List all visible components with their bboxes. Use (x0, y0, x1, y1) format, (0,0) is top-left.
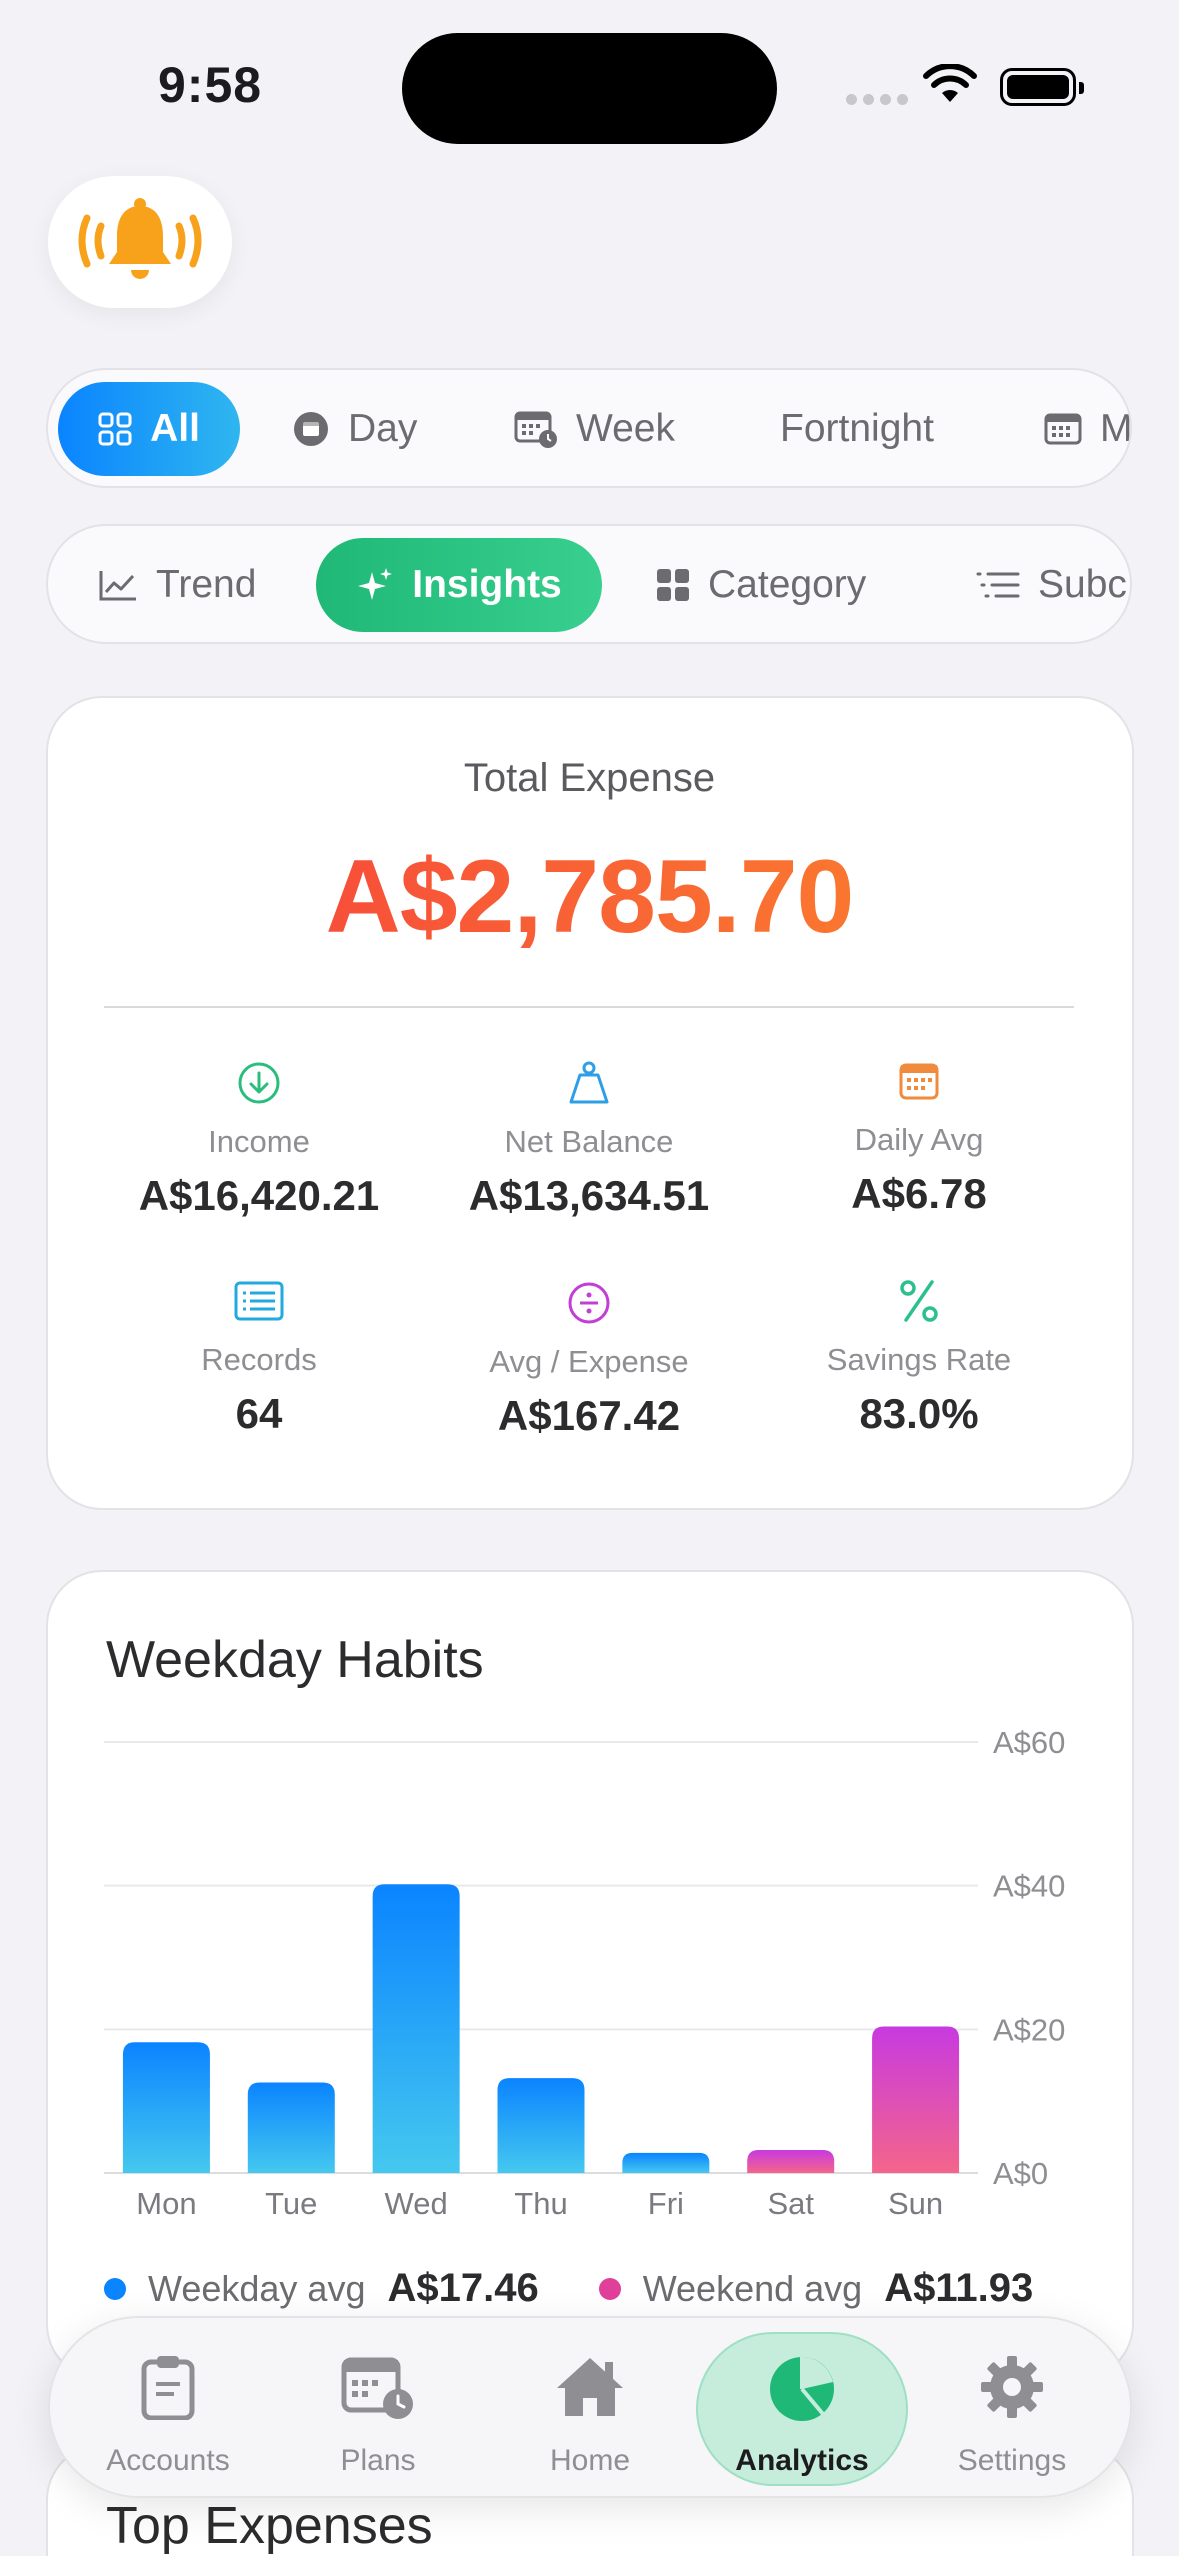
y-tick-label: A$20 (993, 2012, 1065, 2047)
gear-icon (981, 2356, 1043, 2418)
tab-accounts-label: Accounts (106, 2444, 230, 2477)
bar-sun[interactable] (872, 2026, 960, 2173)
tab-home[interactable]: Home (484, 2318, 696, 2500)
weekend-avg-value: A$11.93 (884, 2266, 1034, 2310)
house-icon (557, 2358, 623, 2416)
bar-wed[interactable] (372, 1884, 460, 2173)
y-tick-label: A$60 (993, 1725, 1065, 1760)
y-tick-label: A$0 (993, 2156, 1048, 2191)
tab-plans[interactable]: Plans (272, 2318, 484, 2500)
tab-accounts[interactable]: Accounts (62, 2318, 274, 2500)
tab-home-label: Home (549, 2444, 631, 2477)
tab-plans-label: Plans (340, 2444, 416, 2477)
tab-settings[interactable]: Settings (906, 2318, 1118, 2500)
y-tick-label: A$40 (993, 1869, 1065, 1904)
weekday-legend-dot (104, 2277, 126, 2300)
chart-legend: Weekday avg A$17.46 Weekend avg A$11.93 (104, 2266, 1033, 2311)
weekday-avg-label: Weekday avg (148, 2267, 366, 2309)
bar-tue[interactable] (247, 2082, 335, 2173)
calendar-clock-icon (341, 2357, 413, 2419)
x-tick-label: Sat (767, 2186, 814, 2221)
x-tick-label: Tue (265, 2186, 317, 2221)
bar-fri[interactable] (622, 2152, 710, 2173)
weekday-avg-value: A$17.46 (387, 2266, 539, 2310)
bar-mon[interactable] (122, 2042, 210, 2173)
bar-thu[interactable] (497, 2078, 585, 2173)
x-tick-label: Wed (385, 2186, 448, 2221)
top-expenses-title: Top Expenses (106, 2497, 433, 2555)
tab-settings-label: Settings (957, 2444, 1067, 2477)
x-tick-label: Mon (136, 2186, 196, 2221)
bar-sat[interactable] (747, 2150, 835, 2173)
x-tick-label: Fri (648, 2186, 684, 2221)
clipboard-icon (141, 2356, 195, 2420)
x-tick-label: Thu (514, 2186, 567, 2221)
weekend-legend-dot (598, 2277, 621, 2300)
weekday-bar-chart: A$0 A$20 A$40 A$60 Mon Tue Wed Thu Fri Sat Sun (104, 1725, 1065, 2221)
x-tick-label: Sun (888, 2186, 943, 2221)
pie-chart-icon (770, 2357, 834, 2421)
tab-bar: Accounts Plans Home Analytics Settings (48, 2316, 1132, 2498)
weekend-avg-label: Weekend avg (642, 2267, 863, 2309)
tab-analytics[interactable]: Analytics (696, 2318, 908, 2500)
tab-analytics-label: Analytics (735, 2444, 869, 2477)
